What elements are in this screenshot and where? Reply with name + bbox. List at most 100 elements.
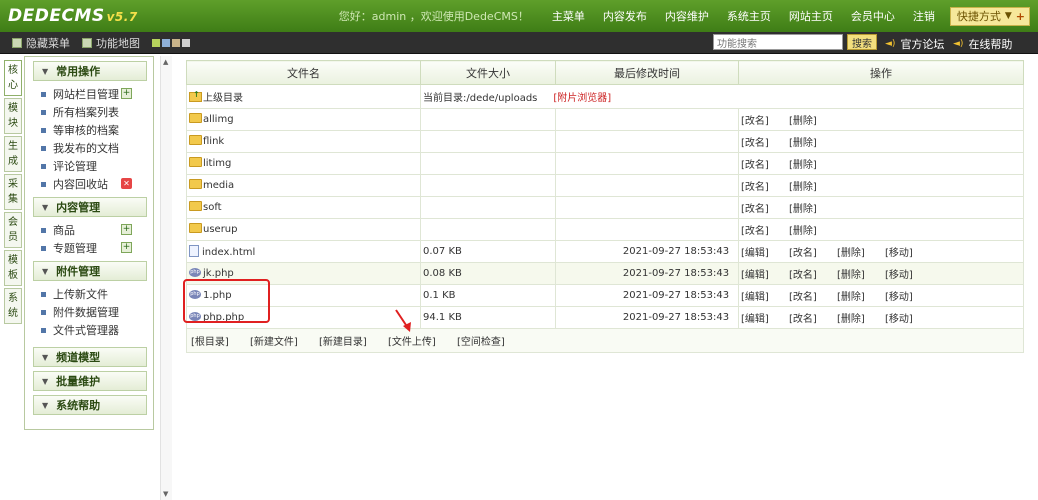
online-help-link[interactable]: ◄) 在线帮助: [953, 36, 1012, 52]
new-dir-link[interactable]: [新建目录]: [319, 337, 367, 348]
rename-link[interactable]: [改名]: [741, 222, 789, 237]
space-check-link[interactable]: [空间检查]: [457, 337, 505, 348]
menu-item-recycle-bin[interactable]: 内容回收站 ✕: [25, 175, 153, 193]
rename-link[interactable]: [改名]: [789, 288, 837, 303]
file-link[interactable]: index.html: [186, 240, 421, 263]
skin-gray-icon[interactable]: [182, 39, 190, 47]
section-content-manage[interactable]: ▼ 内容管理: [33, 197, 147, 217]
folder-link[interactable]: allimg: [186, 108, 421, 131]
table-row: flink [改名] [删除]: [186, 130, 1024, 153]
dedecms-logo[interactable]: DEDECMS v5.7: [8, 6, 138, 26]
edit-link[interactable]: [编辑]: [741, 288, 789, 303]
delete-link[interactable]: [删除]: [837, 266, 885, 281]
move-link[interactable]: [移动]: [885, 266, 933, 281]
menu-item-topics[interactable]: 专题管理 +: [25, 239, 153, 257]
skin-green-icon[interactable]: [152, 39, 160, 47]
edit-link[interactable]: [编辑]: [741, 310, 789, 325]
skin-blue-icon[interactable]: [162, 39, 170, 47]
skin-brown-icon[interactable]: [172, 39, 180, 47]
move-link[interactable]: [移动]: [885, 310, 933, 325]
nav-content-publish[interactable]: 内容发布: [603, 8, 647, 24]
rename-link[interactable]: [改名]: [741, 156, 789, 171]
folder-icon: [189, 135, 202, 145]
rename-link[interactable]: [改名]: [741, 200, 789, 215]
add-icon[interactable]: +: [121, 242, 132, 253]
delete-icon[interactable]: ✕: [121, 178, 132, 189]
edit-link[interactable]: [编辑]: [741, 266, 789, 281]
new-file-link[interactable]: [新建文件]: [250, 337, 298, 348]
function-search-input[interactable]: [713, 34, 843, 50]
image-browser-link[interactable]: [附片浏览器]: [553, 93, 611, 104]
red-arrow-annotation: [395, 309, 411, 332]
folder-link[interactable]: litimg: [186, 152, 421, 175]
menu-item-site-columns[interactable]: 网站栏目管理 +: [25, 85, 153, 103]
skin-switcher[interactable]: [152, 39, 192, 47]
menu-item-my-docs[interactable]: 我发布的文档: [25, 139, 153, 157]
tab-modules[interactable]: 模块: [4, 98, 22, 134]
folder-link[interactable]: media: [186, 174, 421, 197]
folder-link[interactable]: soft: [186, 196, 421, 219]
delete-link[interactable]: [删除]: [789, 222, 837, 237]
delete-link[interactable]: [删除]: [789, 200, 837, 215]
scroll-up-icon[interactable]: ▲: [163, 58, 168, 66]
menu-item-file-manager[interactable]: 文件式管理器: [25, 321, 153, 339]
section-common-ops[interactable]: ▼ 常用操作: [33, 61, 147, 81]
tab-system[interactable]: 系统: [4, 288, 22, 324]
add-icon[interactable]: +: [121, 224, 132, 235]
rename-link[interactable]: [改名]: [741, 178, 789, 193]
table-row: litimg [改名] [删除]: [186, 152, 1024, 175]
triangle-down-icon: ▼: [42, 376, 49, 386]
delete-link[interactable]: [删除]: [789, 112, 837, 127]
add-icon[interactable]: +: [121, 88, 132, 99]
delete-link[interactable]: [删除]: [789, 156, 837, 171]
parent-dir-link[interactable]: 上级目录: [186, 84, 421, 109]
tab-templates[interactable]: 模板: [4, 250, 22, 286]
menu-item-comments[interactable]: 评论管理: [25, 157, 153, 175]
folder-link[interactable]: flink: [186, 130, 421, 153]
nav-content-maintain[interactable]: 内容维护: [665, 8, 709, 24]
quick-access-dropdown[interactable]: 快捷方式 ▼ +: [949, 6, 1030, 26]
rename-link[interactable]: [改名]: [741, 134, 789, 149]
nav-logout[interactable]: 注销: [913, 8, 935, 24]
section-channel-models[interactable]: ▼ 频道模型: [33, 347, 147, 367]
edit-link[interactable]: [编辑]: [741, 244, 789, 259]
search-button[interactable]: 搜索: [847, 34, 877, 50]
delete-link[interactable]: [删除]: [837, 244, 885, 259]
tab-core[interactable]: 核心: [4, 60, 22, 96]
nav-member-center[interactable]: 会员中心: [851, 8, 895, 24]
menu-item-all-archives[interactable]: 所有档案列表: [25, 103, 153, 121]
delete-link[interactable]: [删除]: [837, 310, 885, 325]
section-attachments[interactable]: ▼ 附件管理: [33, 261, 147, 281]
tab-collect[interactable]: 采集: [4, 174, 22, 210]
menu-item-attachment-data[interactable]: 附件数据管理: [25, 303, 153, 321]
file-upload-link[interactable]: [文件上传]: [388, 337, 436, 348]
delete-link[interactable]: [删除]: [789, 134, 837, 149]
delete-link[interactable]: [删除]: [837, 288, 885, 303]
menu-item-products[interactable]: 商品 +: [25, 221, 153, 239]
official-forum-link[interactable]: ◄) 官方论坛: [885, 36, 944, 52]
tab-generate[interactable]: 生成: [4, 136, 22, 172]
menu-item-upload-file[interactable]: 上传新文件: [25, 285, 153, 303]
root-dir-link[interactable]: [根目录]: [191, 337, 229, 348]
rename-link[interactable]: [改名]: [789, 244, 837, 259]
delete-link[interactable]: [删除]: [789, 178, 837, 193]
move-link[interactable]: [移动]: [885, 244, 933, 259]
section-batch-maintain[interactable]: ▼ 批量维护: [33, 371, 147, 391]
tab-members[interactable]: 会员: [4, 212, 22, 248]
nav-main-menu[interactable]: 主菜单: [552, 8, 585, 24]
function-map-button[interactable]: 功能地图: [82, 35, 140, 51]
hide-menu-button[interactable]: 隐藏菜单: [12, 35, 70, 51]
move-link[interactable]: [移动]: [885, 288, 933, 303]
vertical-scrollbar[interactable]: ▲ ▼: [160, 56, 172, 500]
rename-link[interactable]: [改名]: [789, 310, 837, 325]
rename-link[interactable]: [改名]: [741, 112, 789, 127]
nav-site-home[interactable]: 网站主页: [789, 8, 833, 24]
section-system-help[interactable]: ▼ 系统帮助: [33, 395, 147, 415]
table-row: php 1.php 0.1 KB 2021-09-27 18:53:43 [编辑]…: [186, 284, 1024, 307]
scroll-down-icon[interactable]: ▼: [163, 490, 168, 498]
add-icon[interactable]: +: [1016, 10, 1025, 23]
menu-item-pending-archives[interactable]: 等审核的档案: [25, 121, 153, 139]
rename-link[interactable]: [改名]: [789, 266, 837, 281]
nav-system-home[interactable]: 系统主页: [727, 8, 771, 24]
folder-link[interactable]: userup: [186, 218, 421, 241]
